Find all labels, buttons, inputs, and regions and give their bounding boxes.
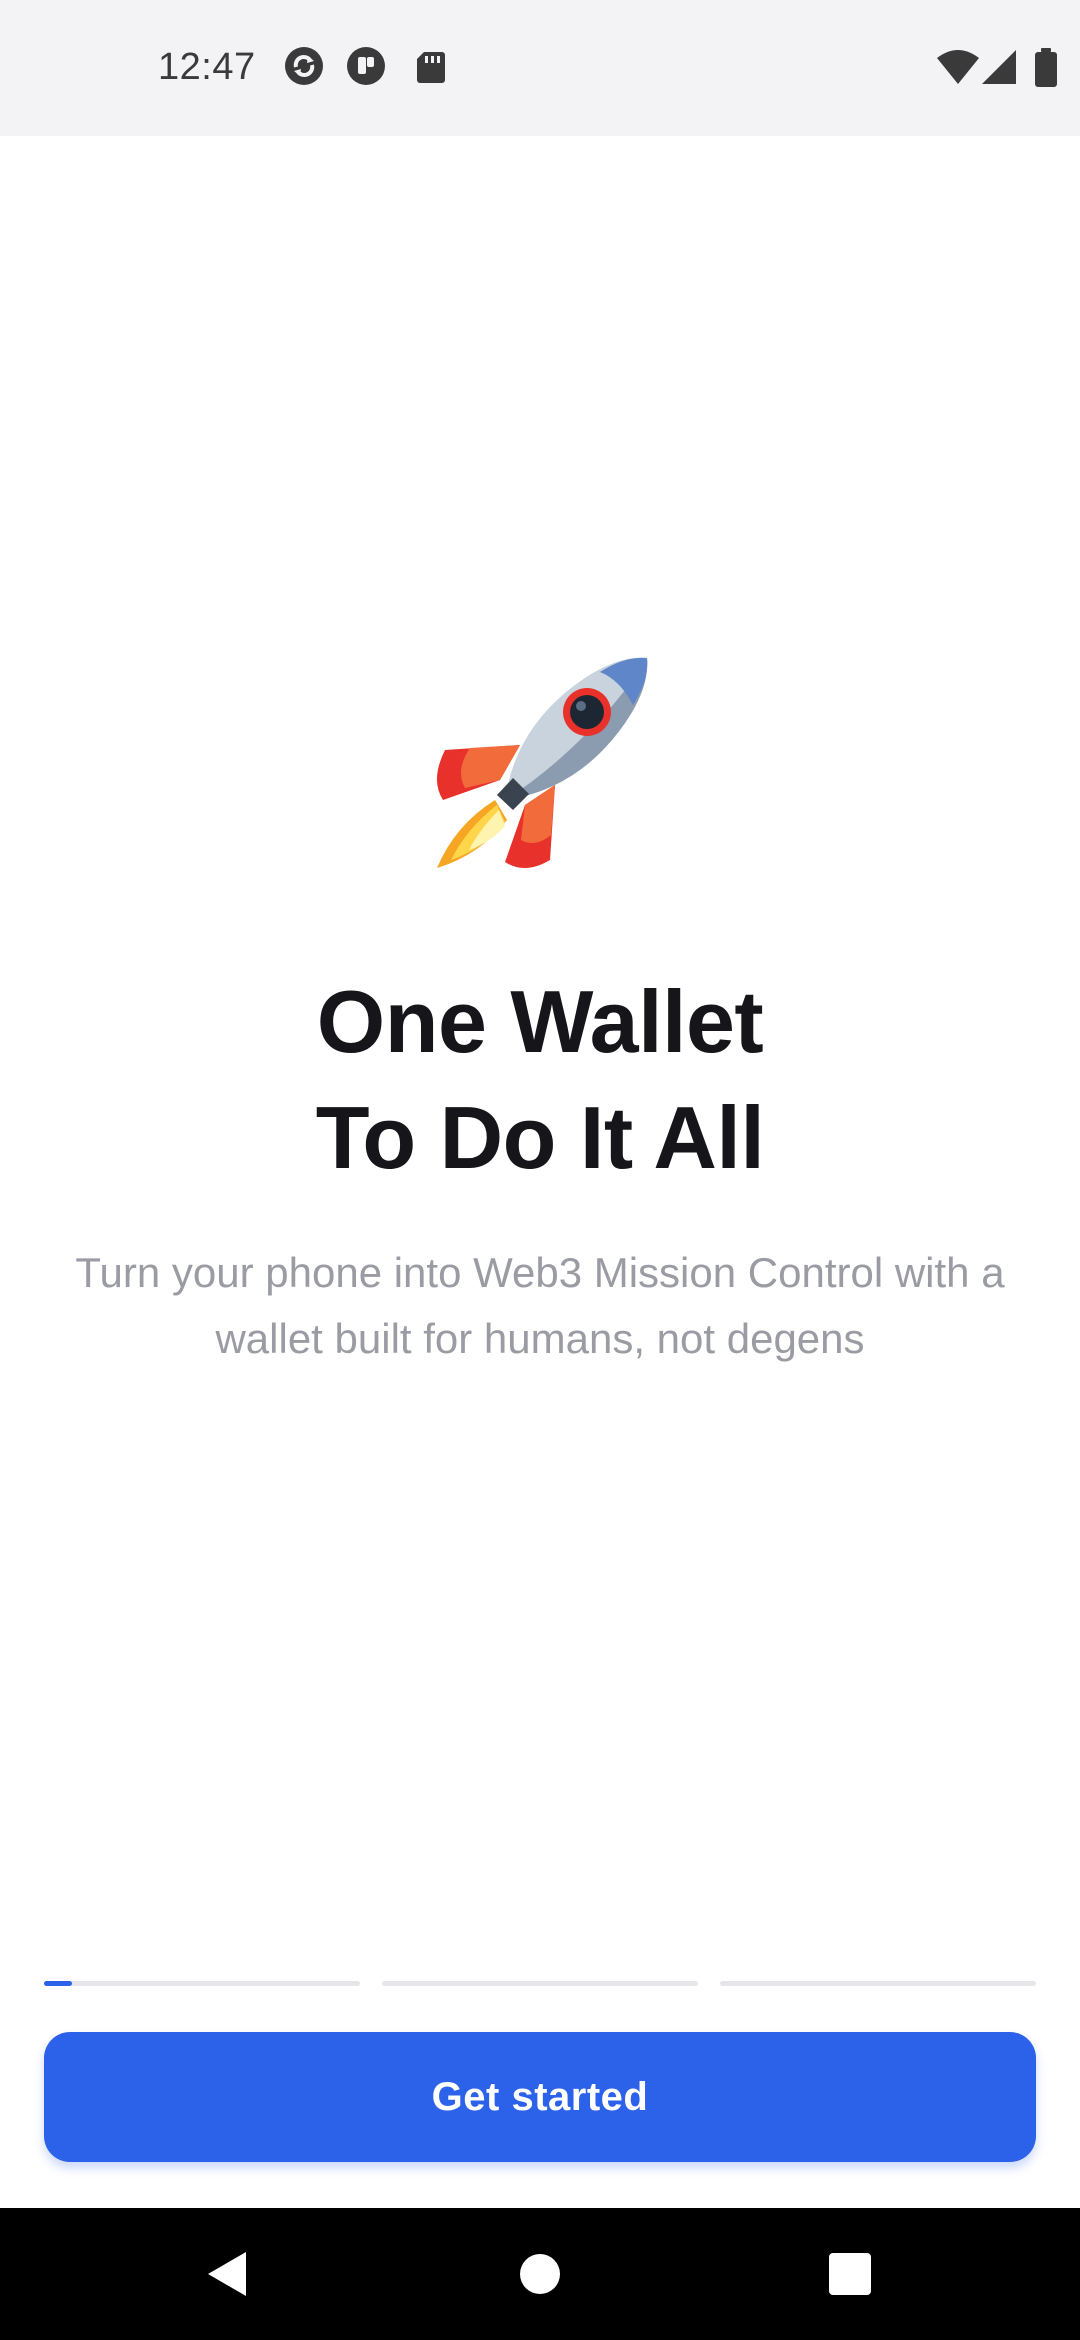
progress-step-2 xyxy=(382,1981,698,1986)
get-started-label: Get started xyxy=(431,2074,649,2119)
status-bar: 12:47 xyxy=(0,0,1080,136)
back-icon[interactable] xyxy=(190,2236,266,2312)
battery-icon xyxy=(1034,48,1058,87)
page-subtitle: Turn your phone into Web3 Mission Contro… xyxy=(75,1249,1005,1362)
sync-icon xyxy=(284,46,324,86)
notification-badge-icon xyxy=(346,46,386,86)
get-started-button[interactable]: Get started xyxy=(44,2032,1036,2162)
sd-card-icon xyxy=(410,46,450,86)
cellular-signal-icon xyxy=(982,48,1018,86)
rocket-icon xyxy=(425,650,655,880)
page-title-line-2: To Do It All xyxy=(315,1088,765,1187)
wifi-icon xyxy=(936,48,980,86)
system-navigation-bar xyxy=(0,2208,1080,2340)
page-title: One Wallet xyxy=(316,972,764,1071)
progress-step-1-fill xyxy=(44,1981,73,1986)
home-icon[interactable] xyxy=(502,2236,578,2312)
progress-step-3 xyxy=(720,1981,1036,1986)
onboarding-screen: 12:47 One Wallet To Do It All Turn your … xyxy=(0,0,1080,2340)
progress-step-1 xyxy=(44,1981,360,1986)
recents-icon[interactable] xyxy=(812,2236,888,2312)
status-time: 12:47 xyxy=(158,46,256,88)
